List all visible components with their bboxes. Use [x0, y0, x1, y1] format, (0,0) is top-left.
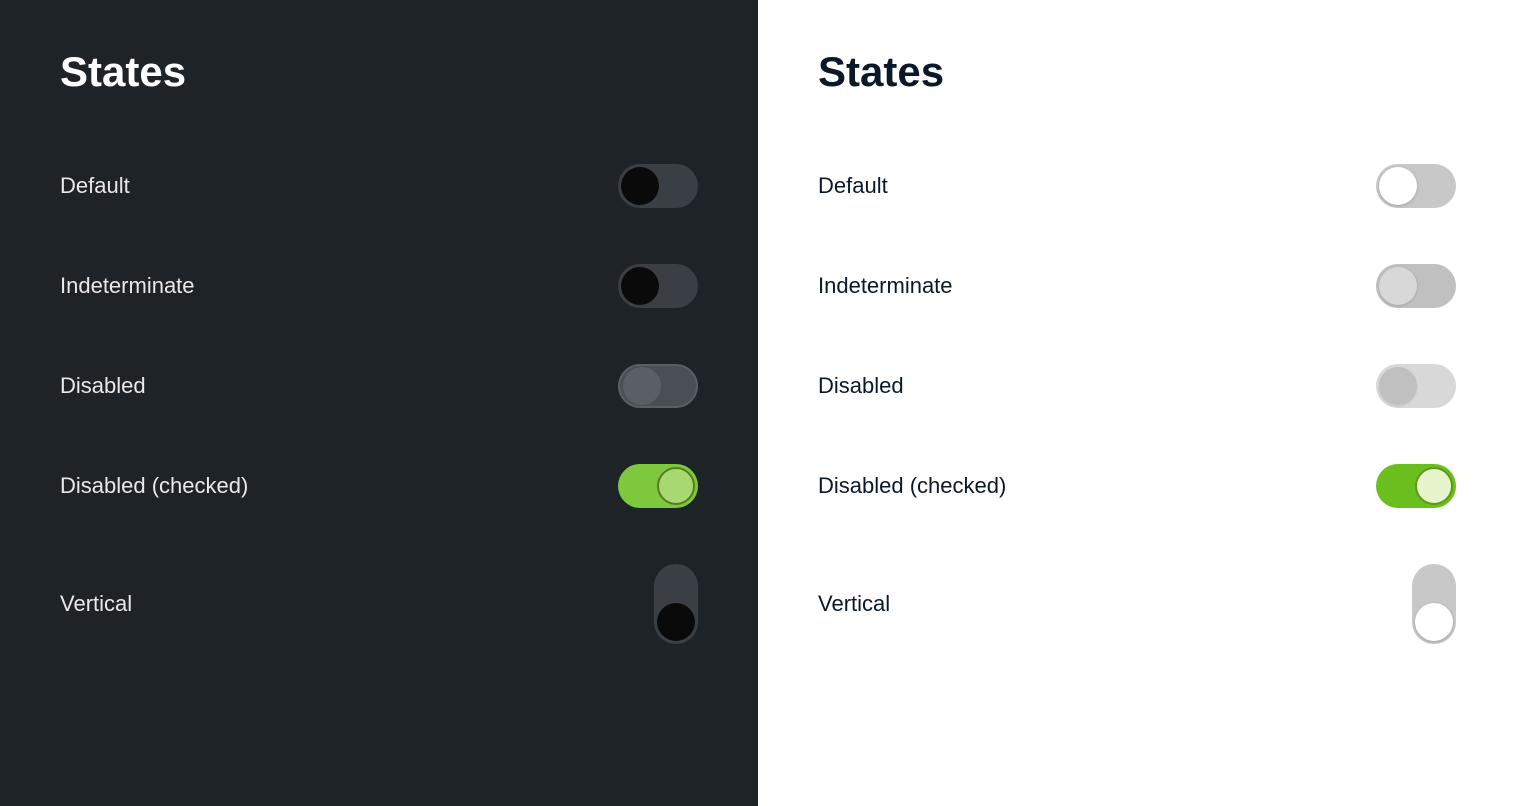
light-toggle-default-knob — [1379, 167, 1417, 205]
dark-state-default: Default — [60, 136, 698, 236]
dark-toggle-disabled-checked-track — [618, 464, 698, 508]
dark-state-indeterminate: Indeterminate — [60, 236, 698, 336]
dark-label-indeterminate: Indeterminate — [60, 273, 195, 299]
dark-toggle-default-track[interactable] — [618, 164, 698, 208]
light-toggle-disabled-checked-track — [1376, 464, 1456, 508]
light-panel: States Default Indeterminate Disabled — [758, 0, 1516, 806]
light-toggle-vertical-track[interactable] — [1412, 564, 1456, 644]
light-states-list: Default Indeterminate Disabled — [818, 136, 1456, 672]
dark-toggle-indeterminate-knob — [621, 267, 659, 305]
light-toggle-default[interactable] — [1376, 164, 1456, 208]
light-label-indeterminate: Indeterminate — [818, 273, 953, 299]
dark-label-disabled-checked: Disabled (checked) — [60, 473, 248, 499]
light-toggle-indeterminate-track[interactable] — [1376, 264, 1456, 308]
light-state-disabled: Disabled — [818, 336, 1456, 436]
dark-toggle-vertical-knob — [657, 603, 695, 641]
light-toggle-disabled-checked-knob — [1415, 467, 1453, 505]
dark-panel: States Default Indeterminate Disabled — [0, 0, 758, 806]
light-state-vertical: Vertical — [818, 536, 1456, 672]
dark-toggle-disabled-checked — [618, 464, 698, 508]
dark-states-list: Default Indeterminate Disabled — [60, 136, 698, 672]
dark-panel-title: States — [60, 48, 698, 96]
light-toggle-vertical[interactable] — [1412, 564, 1456, 644]
light-toggle-indeterminate[interactable] — [1376, 264, 1456, 308]
light-panel-title: States — [818, 48, 1456, 96]
light-toggle-vertical-knob — [1415, 603, 1453, 641]
light-label-default: Default — [818, 173, 888, 199]
light-toggle-indeterminate-knob — [1379, 267, 1417, 305]
dark-state-disabled-checked: Disabled (checked) — [60, 436, 698, 536]
light-state-disabled-checked: Disabled (checked) — [818, 436, 1456, 536]
dark-label-vertical: Vertical — [60, 591, 132, 617]
dark-toggle-disabled — [618, 364, 698, 408]
light-state-default: Default — [818, 136, 1456, 236]
dark-toggle-disabled-track — [618, 364, 698, 408]
dark-toggle-indeterminate-track[interactable] — [618, 264, 698, 308]
dark-label-default: Default — [60, 173, 130, 199]
light-state-indeterminate: Indeterminate — [818, 236, 1456, 336]
dark-toggle-vertical-track[interactable] — [654, 564, 698, 644]
dark-toggle-disabled-knob — [623, 367, 661, 405]
light-toggle-disabled-knob — [1379, 367, 1417, 405]
light-toggle-default-track[interactable] — [1376, 164, 1456, 208]
light-label-disabled: Disabled — [818, 373, 904, 399]
light-toggle-disabled-track — [1376, 364, 1456, 408]
light-label-vertical: Vertical — [818, 591, 890, 617]
dark-state-disabled: Disabled — [60, 336, 698, 436]
dark-toggle-default-knob — [621, 167, 659, 205]
light-toggle-disabled — [1376, 364, 1456, 408]
dark-toggle-indeterminate[interactable] — [618, 264, 698, 308]
dark-toggle-disabled-checked-knob — [657, 467, 695, 505]
dark-state-vertical: Vertical — [60, 536, 698, 672]
dark-label-disabled: Disabled — [60, 373, 146, 399]
light-toggle-disabled-checked — [1376, 464, 1456, 508]
dark-toggle-vertical[interactable] — [654, 564, 698, 644]
dark-toggle-default[interactable] — [618, 164, 698, 208]
light-label-disabled-checked: Disabled (checked) — [818, 473, 1006, 499]
